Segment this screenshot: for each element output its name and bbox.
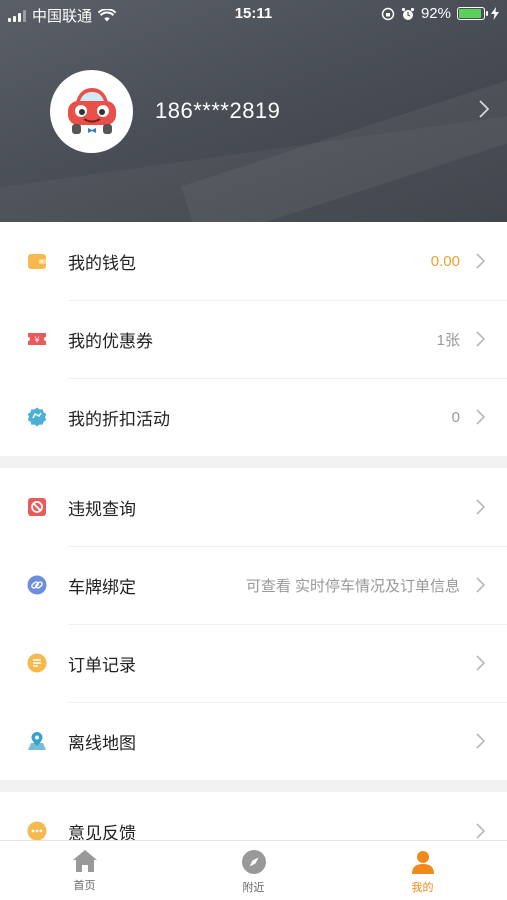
tab-label: 首页 bbox=[73, 880, 96, 892]
orientation-lock-icon bbox=[381, 7, 395, 20]
chevron-right-icon bbox=[476, 823, 485, 839]
compass-icon bbox=[241, 850, 266, 874]
battery-icon bbox=[457, 7, 488, 20]
chevron-right-icon bbox=[476, 655, 485, 671]
tab-home[interactable]: 首页 bbox=[0, 841, 169, 900]
menu-label: 订单记录 bbox=[68, 655, 136, 675]
wallet-icon bbox=[28, 254, 46, 269]
menu-label: 车牌绑定 bbox=[68, 577, 136, 597]
tab-label: 附近 bbox=[242, 882, 265, 894]
alarm-icon bbox=[401, 7, 415, 20]
tab-label: 我的 bbox=[411, 882, 434, 894]
menu-item-discounts[interactable]: 我的折扣活动 0 bbox=[0, 378, 507, 456]
menu-label: 违规查询 bbox=[68, 499, 136, 519]
menu-label: 我的折扣活动 bbox=[68, 409, 170, 429]
chevron-right-icon bbox=[476, 253, 485, 269]
account-section: 我的钱包 0.00 ¥ 我的优惠券 1张 我的折扣活动 0 bbox=[0, 222, 507, 456]
discount-badge-icon bbox=[27, 407, 47, 427]
chevron-right-icon bbox=[476, 409, 485, 425]
wallet-balance: 0.00 bbox=[430, 252, 460, 270]
person-icon bbox=[411, 851, 434, 874]
battery-percent: 92% bbox=[420, 5, 451, 22]
menu-label: 我的优惠券 bbox=[68, 331, 153, 351]
menu-item-violations[interactable]: 违规查询 bbox=[0, 468, 507, 546]
menu-item-wallet[interactable]: 我的钱包 0.00 bbox=[0, 222, 507, 300]
home-icon bbox=[72, 850, 97, 872]
status-bar: 中国联通 15:11 92% bbox=[0, 0, 507, 28]
svg-text:¥: ¥ bbox=[34, 336, 39, 345]
menu-item-offline-map[interactable]: 离线地图 bbox=[0, 702, 507, 780]
menu-label: 我的钱包 bbox=[68, 253, 136, 273]
discount-count: 0 bbox=[451, 408, 460, 426]
chevron-right-icon bbox=[476, 733, 485, 749]
chevron-right-icon bbox=[476, 499, 485, 515]
order-list-icon bbox=[27, 653, 47, 673]
chevron-right-icon bbox=[476, 331, 485, 347]
plate-binding-hint: 可查看 实时停车情况及订单信息 bbox=[245, 577, 460, 595]
charging-icon bbox=[491, 7, 499, 20]
user-phone[interactable]: 186****2819 bbox=[155, 98, 280, 124]
avatar[interactable] bbox=[50, 70, 133, 153]
tab-nearby[interactable]: 附近 bbox=[169, 841, 338, 900]
profile-header: 中国联通 15:11 92% 186****2819 bbox=[0, 0, 507, 222]
chevron-right-icon bbox=[476, 577, 485, 593]
menu-item-plate-binding[interactable]: 车牌绑定 可查看 实时停车情况及订单信息 bbox=[0, 546, 507, 624]
menu-label: 离线地图 bbox=[68, 733, 136, 753]
services-section: 违规查询 车牌绑定 可查看 实时停车情况及订单信息 订单记录 离线地图 bbox=[0, 468, 507, 780]
coupon-count: 1张 bbox=[436, 331, 460, 349]
bottom-tab-bar: 首页 附近 我的 bbox=[0, 840, 507, 900]
car-mascot-icon bbox=[67, 87, 116, 134]
feedback-icon bbox=[27, 821, 47, 841]
link-icon bbox=[27, 575, 47, 595]
tab-mine[interactable]: 我的 bbox=[338, 841, 507, 900]
menu-item-coupons[interactable]: ¥ 我的优惠券 1张 bbox=[0, 300, 507, 378]
map-pin-icon bbox=[28, 732, 46, 750]
menu-item-orders[interactable]: 订单记录 bbox=[0, 624, 507, 702]
violation-icon bbox=[28, 498, 46, 516]
coupon-icon: ¥ bbox=[28, 333, 46, 345]
chevron-right-icon[interactable] bbox=[479, 100, 489, 118]
